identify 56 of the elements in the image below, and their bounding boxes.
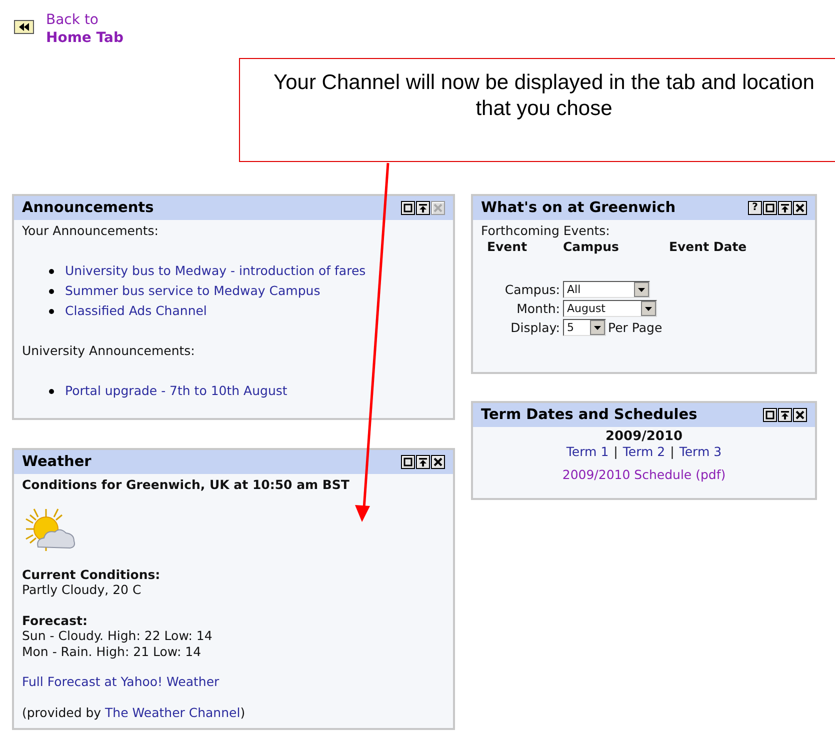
credit-text: (provided by The Weather Channel)	[22, 704, 246, 720]
column-header: Campus	[563, 239, 620, 255]
move-top-button[interactable]	[416, 201, 430, 215]
bullet-icon	[49, 288, 54, 294]
section-label: Your Announcements:	[22, 223, 160, 239]
conditions-heading: Conditions for Greenwich, UK at 10:50 am BST	[22, 477, 350, 492]
announcement-link[interactable]: University bus to Medway - introduction of fares	[65, 263, 366, 279]
close-button[interactable]	[793, 408, 807, 422]
minimize-button[interactable]	[401, 201, 415, 215]
move-top-button[interactable]	[416, 455, 430, 469]
forecast-label: Forecast:	[22, 612, 89, 628]
current-conditions-text: Partly Cloudy, 20 C	[22, 582, 142, 598]
section-label: University Announcements:	[22, 343, 196, 359]
dropdown-field[interactable]: 5	[563, 319, 606, 336]
dropdown-field[interactable]: August	[563, 300, 657, 317]
per-page-label: Per Page	[608, 320, 662, 336]
separator-text: |	[670, 444, 674, 460]
help-button[interactable]: ?	[748, 201, 762, 215]
announcement-link[interactable]: Portal upgrade - 7th to 10th August	[65, 383, 288, 399]
channel-title: Announcements	[22, 200, 154, 216]
back-link[interactable]: Back to Home Tab	[46, 11, 124, 47]
term-link[interactable]: Term 1	[566, 444, 609, 460]
bullet-icon	[49, 308, 54, 314]
bullet-icon	[49, 268, 54, 274]
announcement-link[interactable]: Summer bus service to Medway Campus	[65, 283, 320, 299]
provider-link[interactable]: The Weather Channel	[105, 704, 240, 720]
callout-text: Your Channel will now be displayed in the tab and location that you chose	[272, 70, 816, 122]
forecast-text: Sun - Cloudy. High: 22 Low: 14	[22, 628, 214, 644]
dropdown-field[interactable]: All	[563, 281, 650, 298]
minimize-button[interactable]	[763, 201, 777, 215]
bullet-icon	[49, 388, 54, 394]
events-label: Forthcoming Events:	[481, 223, 611, 239]
filter-label: Campus:	[504, 282, 561, 298]
term-link[interactable]: Term 3	[679, 444, 722, 460]
channel-title: Weather	[22, 454, 92, 470]
filter-label: Month:	[516, 300, 561, 316]
announcement-link[interactable]: Classified Ads Channel	[65, 303, 207, 319]
close-button[interactable]	[431, 455, 445, 469]
channel-title: What's on at Greenwich	[481, 200, 676, 216]
separator-text: |	[614, 444, 618, 460]
column-header: Event	[487, 239, 528, 255]
channel-title: Term Dates and Schedules	[481, 407, 698, 423]
term-link[interactable]: Term 2	[622, 444, 666, 460]
year-heading: 2009/2010	[604, 430, 684, 444]
move-top-button[interactable]	[778, 408, 792, 422]
column-header: Event Date	[669, 239, 747, 255]
forecast-text: Mon - Rain. High: 21 Low: 14	[22, 644, 202, 659]
close-button[interactable]	[793, 201, 807, 215]
current-conditions-label: Current Conditions:	[22, 566, 162, 582]
forecast-link[interactable]: Full Forecast at Yahoo! Weather	[22, 674, 220, 689]
move-top-button[interactable]	[778, 201, 792, 215]
schedule-link[interactable]: 2009/2010 Schedule (pdf)	[562, 467, 726, 482]
minimize-button[interactable]	[763, 408, 777, 422]
filter-label: Display:	[510, 320, 561, 336]
rewind-icon[interactable]	[14, 20, 34, 34]
minimize-button[interactable]	[401, 455, 415, 469]
